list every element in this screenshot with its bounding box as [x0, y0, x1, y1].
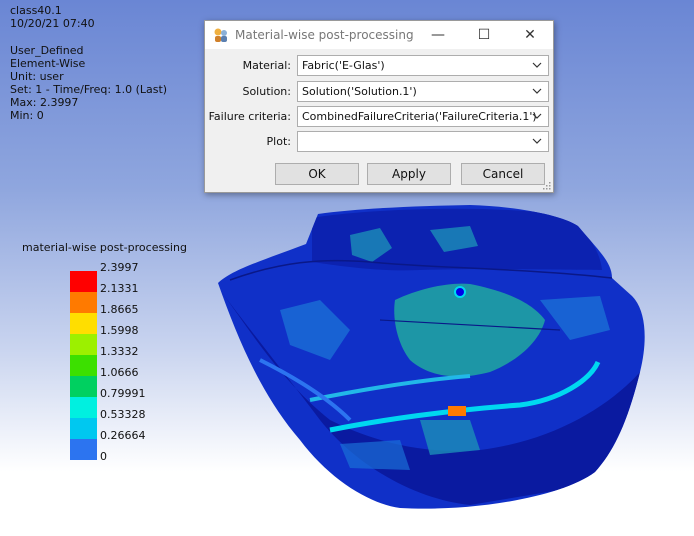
apply-button[interactable]: Apply [367, 163, 451, 185]
app-icon [214, 28, 227, 42]
stress-band [420, 420, 480, 455]
chevron-down-icon [532, 113, 542, 119]
maximize-button[interactable]: ☐ [461, 21, 507, 49]
failure-criteria-select[interactable]: CombinedFailureCriteria('FailureCriteria… [297, 106, 549, 127]
stress-band [340, 440, 410, 470]
chevron-down-icon [532, 88, 542, 94]
solution-select[interactable]: Solution('Solution.1') [297, 81, 549, 102]
material-select[interactable]: Fabric('E-Glas') [297, 55, 549, 76]
solution-select-value: Solution('Solution.1') [302, 85, 417, 98]
chevron-down-icon [532, 62, 542, 68]
stress-hotspot-orange [448, 406, 466, 416]
ok-button[interactable]: OK [275, 163, 359, 185]
dialog-title: Material-wise post-processing [235, 28, 414, 42]
plot-label: Plot: [266, 135, 291, 148]
solution-label: Solution: [242, 85, 291, 98]
material-wise-dialog: Material-wise post-processing — ☐ ✕ Mate… [204, 20, 554, 193]
failure-criteria-label: Failure criteria: [208, 110, 291, 123]
minimize-button[interactable]: — [415, 21, 461, 49]
chevron-down-icon [532, 138, 542, 144]
dialog-titlebar[interactable]: Material-wise post-processing — ☐ ✕ [205, 21, 553, 49]
material-label: Material: [242, 59, 291, 72]
close-button[interactable]: ✕ [507, 21, 553, 49]
plot-select[interactable] [297, 131, 549, 152]
cancel-button[interactable]: Cancel [461, 163, 545, 185]
resize-grip-icon[interactable] [543, 182, 551, 190]
failure-criteria-select-value: CombinedFailureCriteria('FailureCriteria… [302, 110, 537, 123]
stress-hotspot-center [454, 286, 466, 298]
material-select-value: Fabric('E-Glas') [302, 59, 385, 72]
